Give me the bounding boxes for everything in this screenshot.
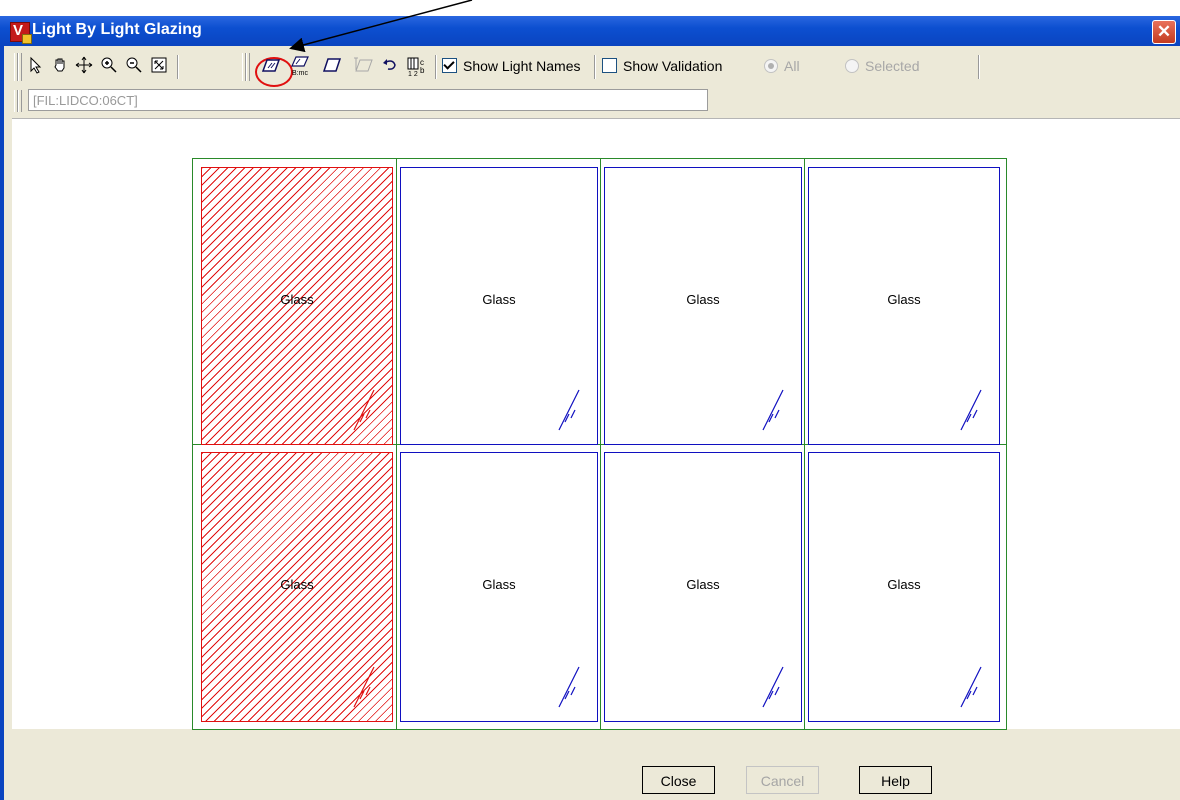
dialog-body: B:mc cb1 2 Show Light Names Show Validat… xyxy=(0,46,1180,800)
light-label: Glass xyxy=(686,292,720,307)
cancel-button: Cancel xyxy=(746,766,819,794)
glass-mark-icon xyxy=(558,389,580,431)
svg-text:1 2: 1 2 xyxy=(408,71,418,76)
light-label: Glass xyxy=(482,577,516,592)
frame-grid: Glass Glass Glass Glass Glass Glass Glas… xyxy=(192,158,1007,730)
glass-mark-icon xyxy=(960,666,982,708)
light-cell[interactable]: Glass xyxy=(400,452,598,722)
light-label: Glass xyxy=(280,577,314,592)
glazing-canvas[interactable]: Glass Glass Glass Glass Glass Glass Glas… xyxy=(12,118,1180,730)
light-cell[interactable]: Glass xyxy=(604,452,802,722)
glass-mark-icon xyxy=(960,389,982,431)
help-button[interactable]: Help xyxy=(859,766,932,794)
glass-mark-icon xyxy=(762,389,784,431)
light-label: Glass xyxy=(280,292,314,307)
light-cell[interactable]: Glass xyxy=(808,452,1000,722)
light-label: Glass xyxy=(887,292,921,307)
filter-field[interactable] xyxy=(28,89,708,111)
light-label: Glass xyxy=(686,577,720,592)
light-cell[interactable]: Glass xyxy=(808,167,1000,445)
light-cell[interactable]: Glass xyxy=(201,167,393,445)
glass-mark-icon xyxy=(353,389,375,431)
glass-mark-icon xyxy=(558,666,580,708)
light-cell[interactable]: Glass xyxy=(201,452,393,722)
svg-text:B:mc: B:mc xyxy=(292,70,308,76)
glass-mark-icon xyxy=(353,666,375,708)
filter-row xyxy=(12,88,712,116)
light-cell[interactable]: Glass xyxy=(400,167,598,445)
glass-mark-icon xyxy=(762,666,784,708)
button-bar: Close Cancel Help xyxy=(12,758,1180,798)
light-label: Glass xyxy=(887,577,921,592)
close-button[interactable]: Close xyxy=(642,766,715,794)
annotation-arrow xyxy=(289,0,473,53)
toolbar-grip[interactable] xyxy=(18,90,22,112)
light-label: Glass xyxy=(482,292,516,307)
light-cell[interactable]: Glass xyxy=(604,167,802,445)
